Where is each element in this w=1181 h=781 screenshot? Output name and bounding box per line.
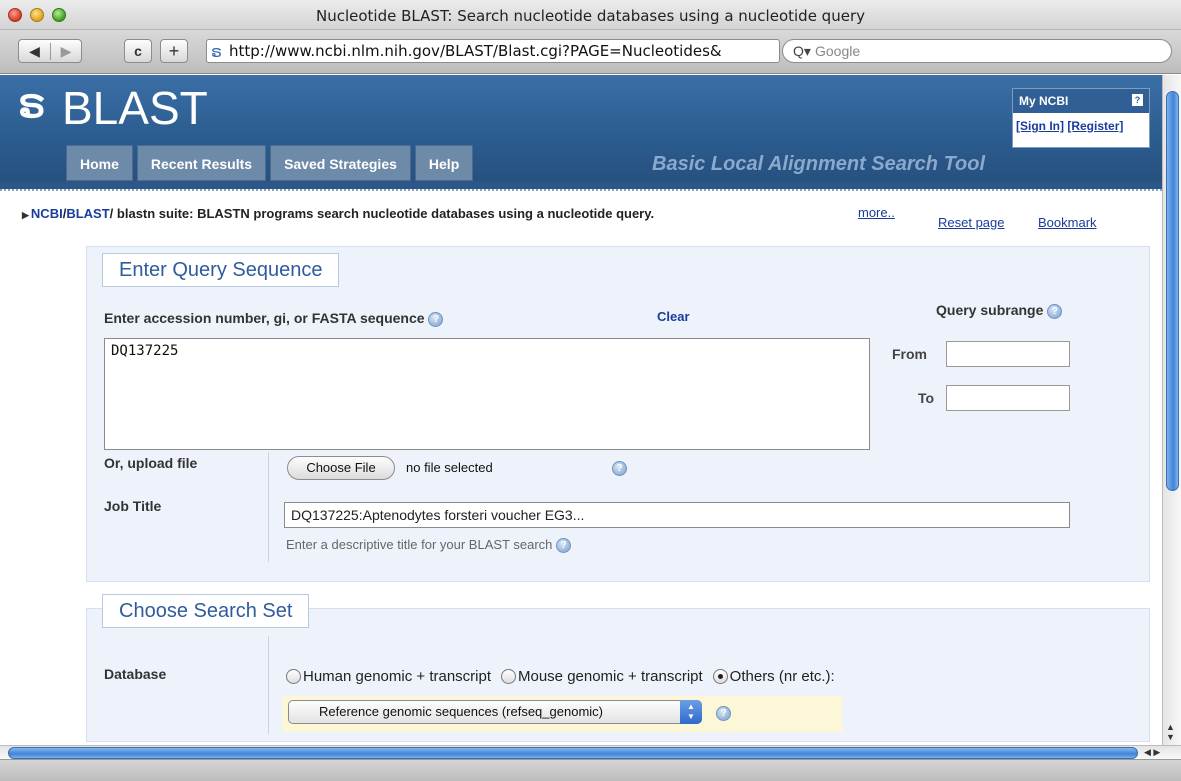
breadcrumb-blast-link[interactable]: BLAST bbox=[66, 206, 109, 221]
my-ncbi-links: [Sign In] [Register] bbox=[1013, 113, 1149, 139]
from-input[interactable] bbox=[946, 341, 1070, 367]
tab-recent-results[interactable]: Recent Results bbox=[136, 145, 267, 181]
help-icon[interactable]: ? bbox=[556, 538, 572, 554]
help-icon[interactable]: ? bbox=[1132, 94, 1143, 106]
blast-header: ຣ BLAST My NCBI ? [Sign In] [Register] H… bbox=[0, 75, 1162, 187]
forward-arrow-icon[interactable]: ▶ bbox=[49, 42, 81, 60]
tab-home[interactable]: Home bbox=[66, 145, 133, 181]
choose-file-button[interactable]: Choose File bbox=[287, 456, 395, 480]
search-set-legend: Choose Search Set bbox=[102, 594, 310, 628]
vertical-scrollbar[interactable] bbox=[1162, 75, 1181, 745]
database-select-value: Reference genomic sequences (refseq_geno… bbox=[319, 704, 603, 719]
to-input[interactable] bbox=[946, 385, 1070, 411]
query-sequence-textarea[interactable]: DQ137225 bbox=[104, 338, 870, 450]
database-select-row: Reference genomic sequences (refseq_geno… bbox=[282, 696, 842, 732]
expand-triangle-icon[interactable]: ▶ bbox=[22, 210, 29, 220]
browser-toolbar: ◀ ▶ c + ຣ http://www.ncbi.nlm.nih.gov/BLA… bbox=[0, 30, 1181, 74]
tab-help[interactable]: Help bbox=[414, 145, 474, 181]
blast-logo-icon: ຣ bbox=[18, 82, 46, 126]
search-icon: Q▾ bbox=[793, 43, 811, 59]
status-bar bbox=[0, 759, 1181, 781]
radio-button[interactable] bbox=[286, 669, 301, 684]
my-ncbi-title: My NCBI bbox=[1019, 94, 1069, 108]
add-bookmark-button[interactable]: + bbox=[160, 39, 188, 63]
horizontal-scroll-thumb[interactable] bbox=[8, 747, 1138, 759]
reload-button[interactable]: c bbox=[124, 39, 152, 63]
to-label: To bbox=[918, 390, 935, 406]
database-label: Database bbox=[104, 666, 167, 682]
dotted-divider bbox=[0, 189, 1162, 192]
sign-in-link[interactable]: [Sign In] bbox=[1016, 119, 1064, 133]
database-radio-group: Human genomic + transcript Mouse genomic… bbox=[286, 668, 845, 685]
more-link[interactable]: more.. bbox=[858, 205, 895, 220]
my-ncbi-box: My NCBI ? [Sign In] [Register] bbox=[1012, 88, 1150, 148]
search-placeholder: Google bbox=[815, 43, 861, 59]
from-label: From bbox=[892, 346, 927, 362]
my-ncbi-title-bar: My NCBI ? bbox=[1013, 89, 1149, 113]
back-arrow-icon[interactable]: ◀ bbox=[19, 43, 50, 60]
radio-mouse-label: Mouse genomic + transcript bbox=[518, 668, 703, 685]
radio-button[interactable] bbox=[501, 669, 516, 684]
radio-mouse[interactable]: Mouse genomic + transcript bbox=[501, 668, 703, 685]
query-panel-legend: Enter Query Sequence bbox=[102, 253, 340, 287]
sequence-label-text: Enter accession number, gi, or FASTA seq… bbox=[104, 310, 425, 326]
job-title-hint-text: Enter a descriptive title for your BLAST… bbox=[286, 537, 553, 552]
browser-search-field[interactable]: Q▾ Google bbox=[782, 39, 1172, 63]
header-divider bbox=[0, 181, 1162, 189]
upload-file-label: Or, upload file bbox=[104, 455, 198, 471]
url-text: http://www.ncbi.nlm.nih.gov/BLAST/Blast.… bbox=[229, 42, 722, 60]
tagline: Basic Local Alignment Search Tool bbox=[652, 153, 986, 175]
reset-page-link[interactable]: Reset page bbox=[938, 215, 1005, 230]
breadcrumb-description: blastn suite: BLASTN programs search nuc… bbox=[116, 206, 655, 221]
nav-tabs: Home Recent Results Saved Strategies Hel… bbox=[66, 145, 477, 181]
url-field[interactable]: ຣ http://www.ncbi.nlm.nih.gov/BLAST/Blas… bbox=[206, 39, 780, 63]
blast-logo[interactable]: BLAST bbox=[62, 81, 208, 135]
select-arrows-icon: ▲ ▼ bbox=[680, 700, 702, 724]
back-forward-buttons[interactable]: ◀ ▶ bbox=[18, 39, 82, 63]
clear-link[interactable]: Clear bbox=[657, 309, 690, 324]
job-title-label: Job Title bbox=[104, 498, 162, 514]
help-icon[interactable]: ? bbox=[1047, 303, 1063, 319]
breadcrumb: ▶ NCBI/BLAST/ blastn suite: BLASTN progra… bbox=[22, 206, 655, 221]
radio-button-selected[interactable] bbox=[712, 669, 728, 684]
radio-human[interactable]: Human genomic + transcript bbox=[286, 668, 491, 685]
job-title-hint: Enter a descriptive title for your BLAST… bbox=[286, 537, 572, 554]
vertical-scroll-thumb[interactable] bbox=[1166, 91, 1179, 491]
database-select[interactable]: Reference genomic sequences (refseq_geno… bbox=[288, 700, 702, 724]
breadcrumb-ncbi-link[interactable]: NCBI bbox=[31, 206, 63, 221]
column-divider bbox=[268, 452, 269, 562]
help-icon[interactable]: ? bbox=[612, 461, 627, 476]
horizontal-scrollbar[interactable] bbox=[0, 745, 1181, 759]
query-subrange-label: Query subrange ? bbox=[936, 302, 1063, 319]
tab-saved-strategies[interactable]: Saved Strategies bbox=[270, 145, 411, 181]
vertical-scroll-arrows-icon[interactable]: ▲ ▼ bbox=[1166, 722, 1175, 742]
help-icon[interactable]: ? bbox=[428, 311, 444, 327]
bookmark-link[interactable]: Bookmark bbox=[1038, 215, 1097, 230]
query-subrange-text: Query subrange bbox=[936, 302, 1044, 318]
sequence-label: Enter accession number, gi, or FASTA seq… bbox=[104, 310, 444, 327]
job-title-input[interactable]: DQ137225:Aptenodytes forsteri voucher EG… bbox=[284, 502, 1070, 528]
ncbi-favicon-icon: ຣ bbox=[211, 42, 222, 61]
register-link[interactable]: [Register] bbox=[1067, 119, 1123, 133]
window-title: Nucleotide BLAST: Search nucleotide data… bbox=[315, 7, 865, 25]
window-titlebar: Nucleotide BLAST: Search nucleotide data… bbox=[0, 0, 1181, 30]
help-icon[interactable]: ? bbox=[716, 706, 731, 721]
horizontal-scroll-arrows-icon[interactable]: ◀ ▶ bbox=[1144, 747, 1160, 758]
column-divider bbox=[268, 636, 269, 734]
file-status: no file selected bbox=[406, 460, 493, 475]
radio-human-label: Human genomic + transcript bbox=[303, 668, 491, 685]
radio-others-label: Others (nr etc.): bbox=[729, 668, 835, 685]
radio-others[interactable]: Others (nr etc.): bbox=[712, 668, 835, 685]
